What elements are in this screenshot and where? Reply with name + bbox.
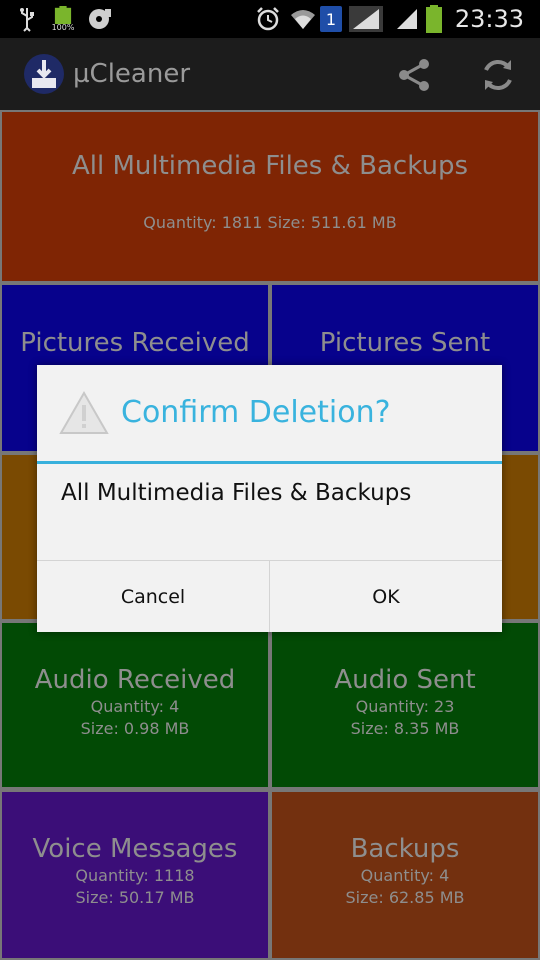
signal-icon (348, 6, 384, 32)
tile-title: Pictures Sent (319, 328, 491, 358)
ok-button[interactable]: OK (270, 561, 502, 632)
tile-all-multimedia[interactable]: All Multimedia Files & Backups Quantity:… (2, 112, 538, 281)
tile-audio-received[interactable]: Audio Received Quantity: 4 Size: 0.98 MB (2, 623, 268, 787)
confirm-dialog: Confirm Deletion? All Multimedia Files &… (37, 365, 502, 632)
battery-full-icon: 100% (48, 6, 78, 32)
tile-summary: Quantity: 1811 Size: 511.61 MB (143, 213, 397, 232)
status-time: 23:33 (454, 5, 524, 33)
tile-quantity: Quantity: 23 (355, 697, 455, 716)
tile-size: Size: 8.35 MB (350, 719, 460, 738)
dialog-title: Confirm Deletion? (121, 395, 391, 430)
dialog-divider (37, 461, 502, 464)
usb-icon (16, 6, 38, 32)
tile-size: Size: 50.17 MB (75, 888, 195, 907)
notification-badge-icon: 1 (320, 6, 342, 32)
signal-icon (394, 6, 420, 32)
tile-title: Voice Messages (32, 834, 238, 864)
warning-icon (59, 390, 109, 435)
tile-quantity: Quantity: 1118 (75, 866, 195, 885)
dialog-message: All Multimedia Files & Backups (61, 480, 412, 506)
tile-backups[interactable]: Backups Quantity: 4 Size: 62.85 MB (272, 792, 538, 958)
tile-title: Audio Sent (334, 665, 476, 695)
status-bar: 100% 1 23:33 (0, 0, 540, 38)
refresh-icon (484, 60, 512, 90)
battery-percent-label: 100% (51, 23, 75, 32)
sd-card-icon (86, 6, 114, 32)
tile-voice-messages[interactable]: Voice Messages Quantity: 1118 Size: 50.1… (2, 792, 268, 958)
share-button[interactable] (388, 52, 440, 98)
action-bar: µCleaner (0, 38, 540, 110)
wifi-icon (288, 6, 318, 32)
app-title: µCleaner (73, 59, 191, 89)
share-icon (399, 59, 429, 91)
tile-size: Size: 0.98 MB (80, 719, 190, 738)
battery-icon (424, 5, 444, 33)
tile-title: Pictures Received (20, 328, 250, 358)
tile-title: Backups (350, 834, 460, 864)
tile-title: All Multimedia Files & Backups (71, 151, 468, 181)
alarm-icon (254, 6, 282, 32)
tile-quantity: Quantity: 4 (90, 697, 180, 716)
app-logo-icon (22, 52, 66, 96)
cancel-button[interactable]: Cancel (37, 561, 269, 632)
tile-audio-sent[interactable]: Audio Sent Quantity: 23 Size: 8.35 MB (272, 623, 538, 787)
dialog-header: Confirm Deletion? (37, 365, 502, 461)
tile-quantity: Quantity: 4 (360, 866, 450, 885)
refresh-button[interactable] (472, 52, 524, 98)
tile-title: Audio Received (34, 665, 236, 695)
tile-size: Size: 62.85 MB (345, 888, 465, 907)
